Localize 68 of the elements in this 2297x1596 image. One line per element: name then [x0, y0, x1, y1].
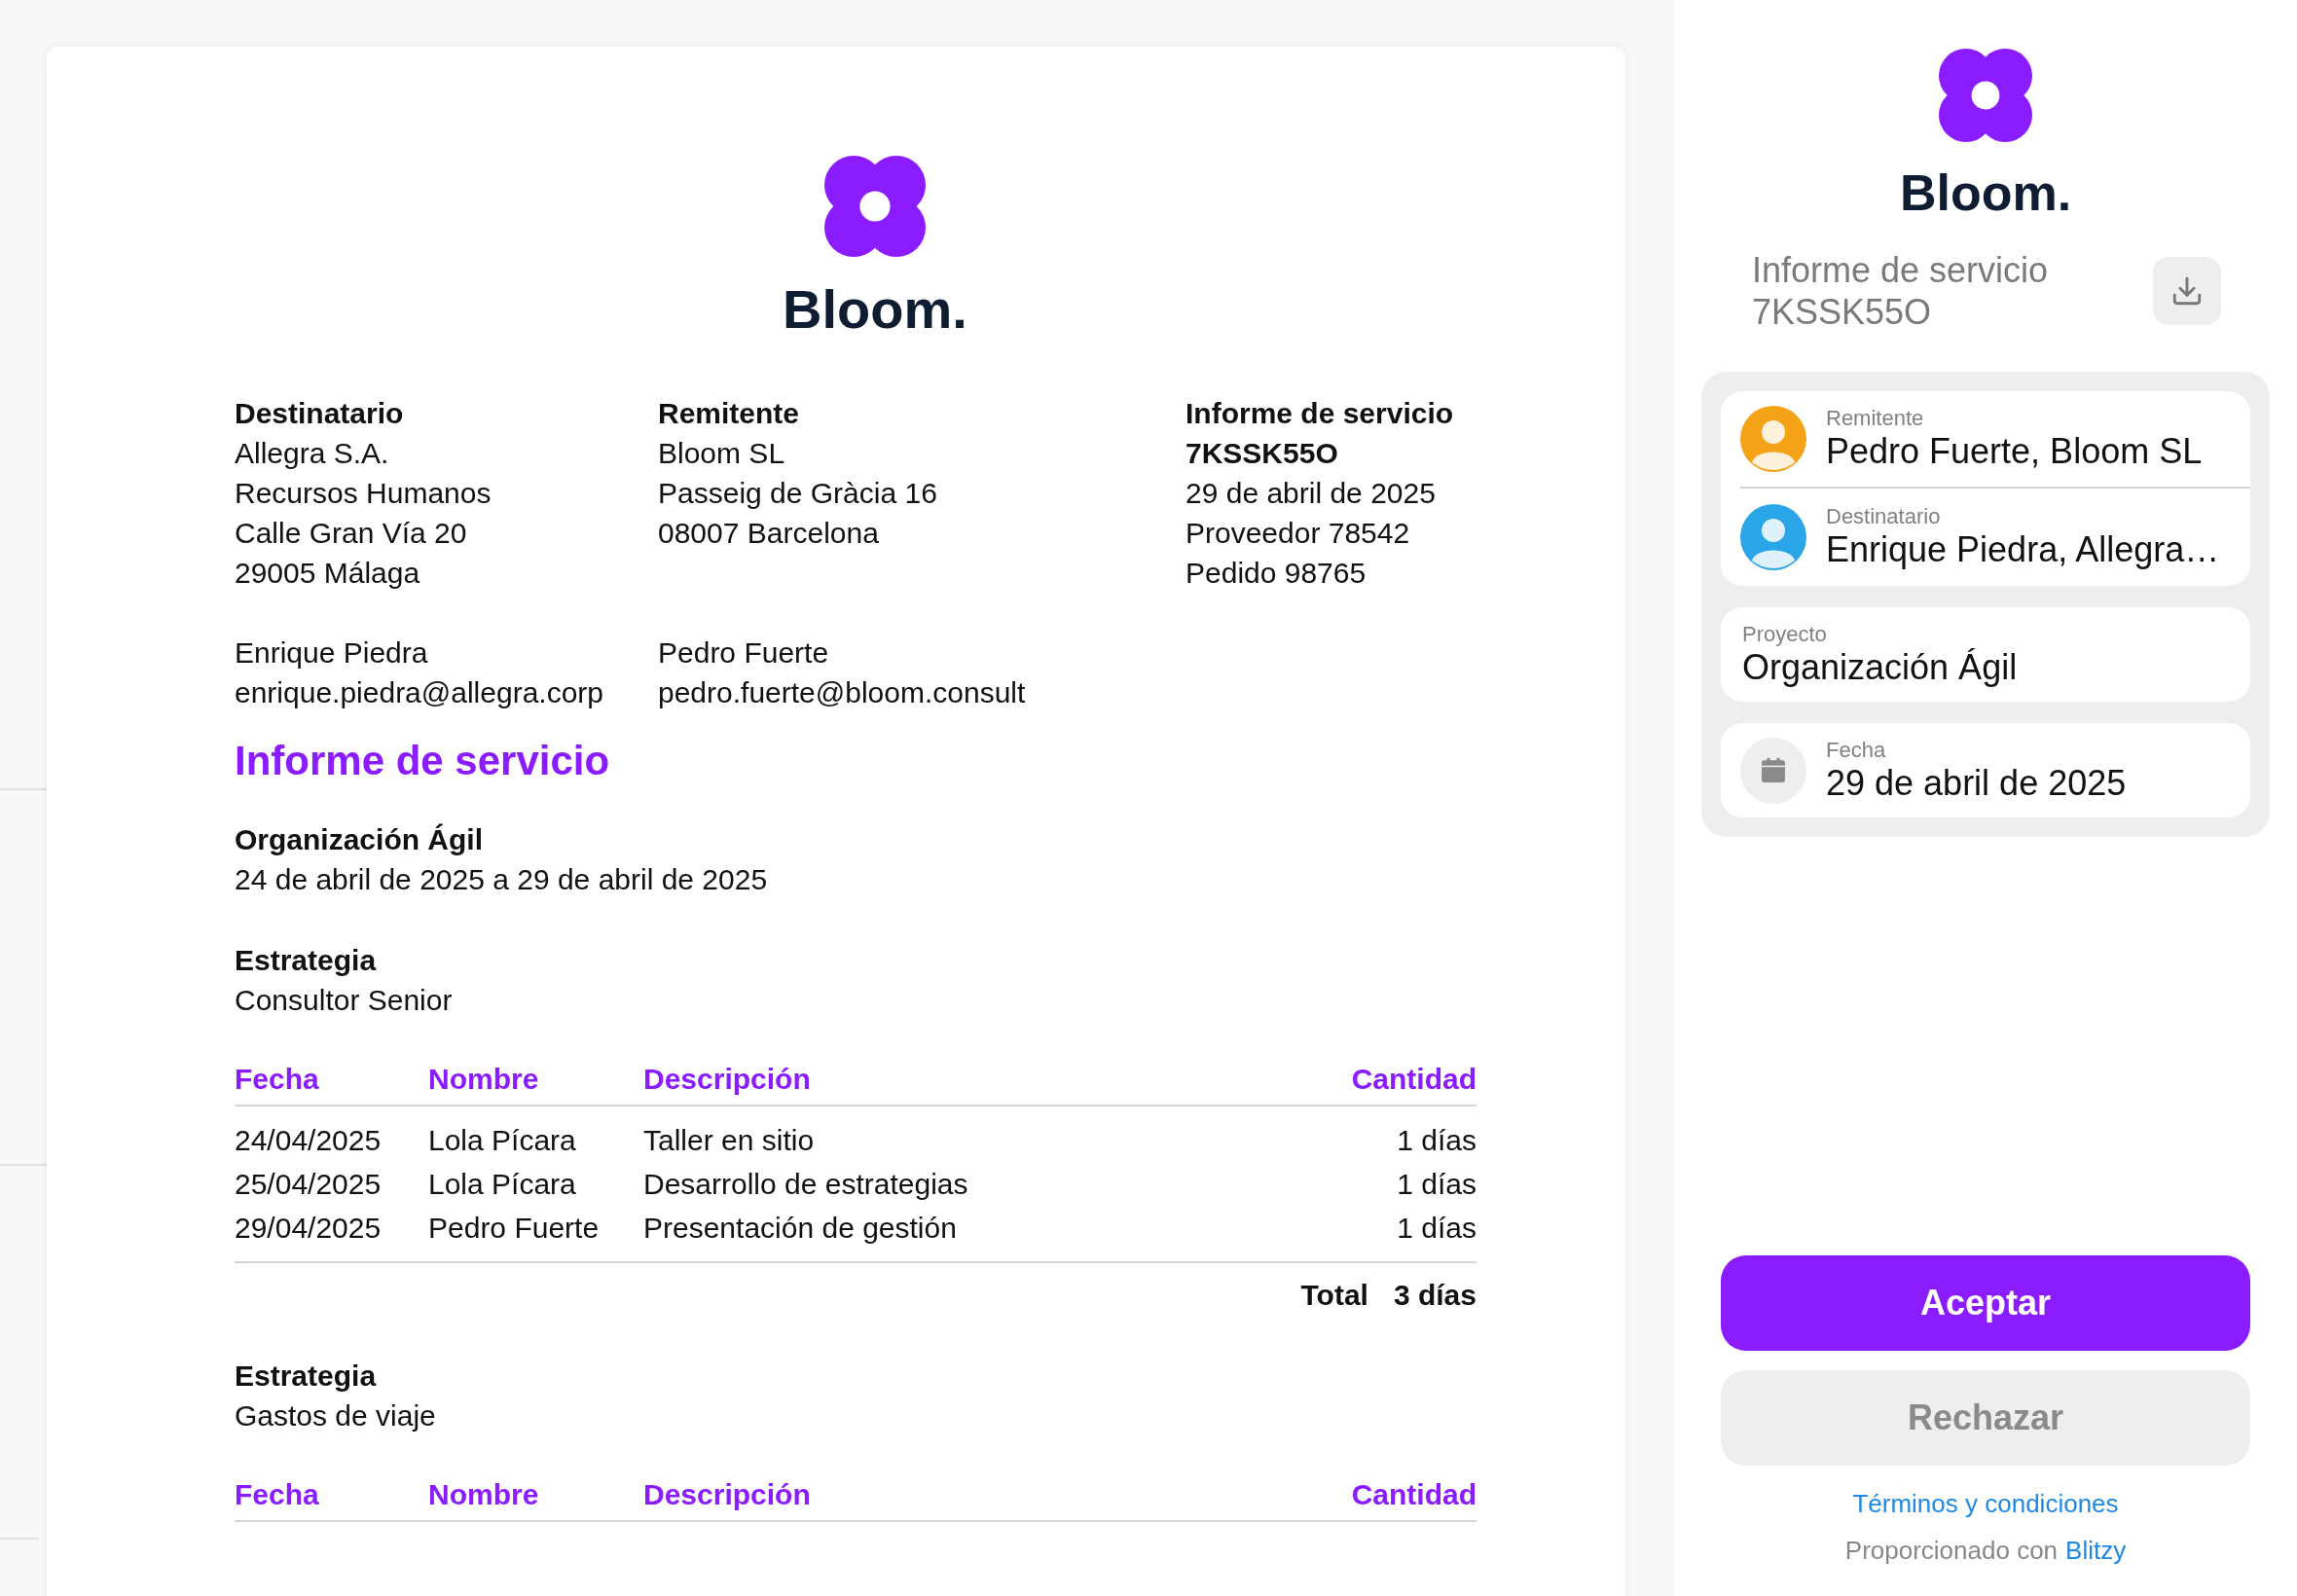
- brand-name: Bloom.: [783, 278, 967, 341]
- table-cell-text: Pedro Fuerte: [428, 1211, 601, 1246]
- report-detail: 29 de abril de 2025: [1185, 476, 1437, 511]
- section-subtitle: Gastos de viaje: [235, 1398, 437, 1433]
- report-detail: Pedido 98765: [1185, 556, 1367, 591]
- address-line: Recursos Humanos: [235, 476, 492, 511]
- report-title: Informe de servicio: [1752, 249, 2049, 291]
- field-value: Organización Ágil: [1742, 646, 2019, 688]
- column-header: Fecha: [235, 1477, 320, 1512]
- table-cell-text: Taller en sitio: [643, 1123, 816, 1158]
- download-button[interactable]: [2153, 257, 2221, 325]
- table-cell-text: 29/04/2025: [235, 1211, 383, 1246]
- contact-line: Pedro Fuerte: [658, 635, 830, 671]
- table-cell-text: Lola Pícara: [428, 1123, 577, 1158]
- address-line: Passeig de Gràcia 16: [658, 476, 938, 511]
- column-header: Cantidad: [1351, 1062, 1477, 1097]
- table-cell-text: 1 días: [1397, 1123, 1477, 1158]
- address-line: Calle Gran Vía 20: [235, 516, 468, 551]
- report-title: Informe de servicio: [235, 737, 611, 785]
- column-header: Descripción: [643, 1477, 812, 1512]
- column-header: Descripción: [643, 1062, 812, 1097]
- table-cell-text: 1 días: [1397, 1167, 1477, 1202]
- column-header: Nombre: [428, 1477, 540, 1512]
- address-line: 29005 Málaga: [235, 556, 421, 591]
- table-cell-text: Lola Pícara: [428, 1167, 577, 1202]
- field-value: Pedro Fuerte, Bloom SL: [1826, 431, 2203, 472]
- flower-logo-icon: [1939, 49, 2032, 142]
- field-label: Proyecto: [1742, 621, 1828, 647]
- section-heading: Estrategia: [235, 1359, 378, 1394]
- field-label: Remitente: [1826, 406, 1925, 431]
- table-cell-text: Desarrollo de estrategias: [643, 1167, 969, 1202]
- report-heading: Informe de servicio: [1185, 396, 1454, 431]
- field-label: Fecha: [1826, 737, 1887, 763]
- brand-name: Bloom.: [1899, 163, 2072, 222]
- total-label: Total: [1300, 1278, 1368, 1313]
- column-header: Nombre: [428, 1062, 540, 1097]
- powered-by-text: Proporcionado con: [1844, 1535, 2059, 1567]
- party-heading: Destinatario: [235, 396, 405, 431]
- column-header: Fecha: [235, 1062, 320, 1097]
- address-line: Bloom SL: [658, 436, 786, 471]
- address-line: 08007 Barcelona: [658, 516, 880, 551]
- report-number: 7KSSK55O: [1185, 436, 1339, 471]
- address-line: Allegra S.A.: [235, 436, 390, 471]
- table-cell-text: 24/04/2025: [235, 1123, 383, 1158]
- blitzy-link[interactable]: Blitzy: [2065, 1534, 2127, 1567]
- total-value: 3 días: [1393, 1278, 1477, 1313]
- field-label: Destinatario: [1826, 504, 1942, 529]
- project-name: Organización Ágil: [235, 822, 485, 857]
- table-cell-text: Presentación de gestión: [643, 1211, 958, 1246]
- field-value: 29 de abril de 2025: [1826, 762, 2127, 804]
- contact-line: Enrique Piedra: [235, 635, 429, 671]
- report-detail: Proveedor 78542: [1185, 516, 1411, 551]
- contact-line: pedro.fuerte@bloom.consult: [658, 675, 1027, 710]
- report-number: 7KSSK55O: [1752, 291, 1933, 333]
- section-heading: Estrategia: [235, 943, 378, 978]
- field-value: Enrique Piedra, Allegra…: [1826, 529, 2220, 570]
- reject-button[interactable]: Rechazar: [1721, 1370, 2250, 1466]
- download-icon: [2170, 274, 2204, 308]
- project-period: 24 de abril de 2025 a 29 de abril de 2025: [235, 862, 769, 897]
- column-header: Cantidad: [1351, 1477, 1477, 1512]
- contact-line: enrique.piedra@allegra.corp: [235, 675, 604, 710]
- table-cell-text: 1 días: [1397, 1211, 1477, 1246]
- party-heading: Remitente: [658, 396, 801, 431]
- section-subtitle: Consultor Senior: [235, 983, 454, 1018]
- accept-button[interactable]: Aceptar: [1721, 1255, 2250, 1351]
- table-cell-text: 25/04/2025: [235, 1167, 383, 1202]
- terms-link[interactable]: Términos y condiciones: [1852, 1487, 2119, 1520]
- flower-logo-icon: [824, 156, 926, 257]
